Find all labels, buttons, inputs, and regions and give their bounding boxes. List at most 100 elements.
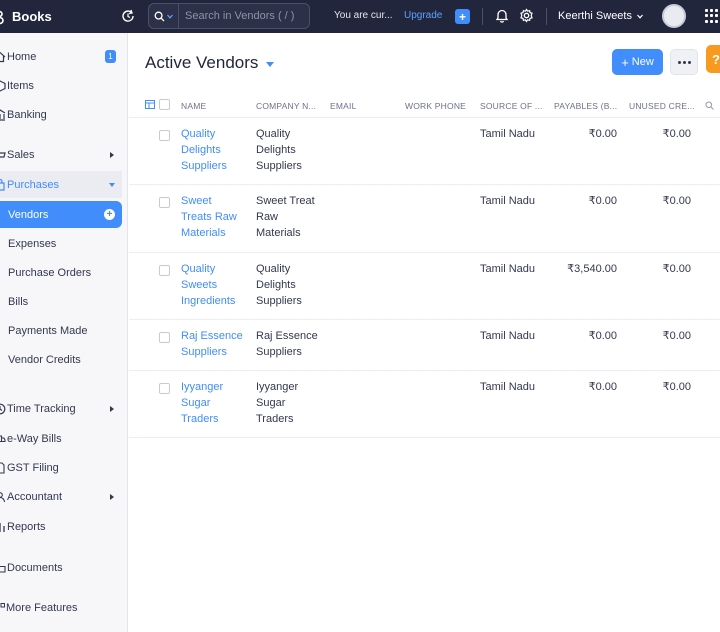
source-of-supply: Tamil Nadu <box>480 128 536 140</box>
brand[interactable]: Books <box>0 0 52 33</box>
company-name: Sweet Treat Raw Materials <box>256 195 315 239</box>
sidebar-item-documents[interactable]: Documents <box>0 554 122 581</box>
source-of-supply: Tamil Nadu <box>480 195 536 207</box>
sidebar-item-e-way-bills[interactable]: e-Way Bills <box>0 425 122 452</box>
chevron-right-icon <box>110 493 114 500</box>
sidebar-item-time-tracking[interactable]: Time Tracking <box>0 395 122 422</box>
table-row[interactable]: Sweet Treats Raw Materials Sweet Treat R… <box>129 185 720 253</box>
row-checkbox[interactable] <box>159 130 170 141</box>
sidebar-item-label: e-Way Bills <box>7 432 62 445</box>
sidebar-item-label: Items <box>7 79 34 92</box>
search-box <box>148 3 310 29</box>
main-content: Active Vendors + New ? NAME COMPANY N...… <box>129 33 720 632</box>
company-name: Quality Delights Suppliers <box>256 128 302 172</box>
chevron-down-icon <box>266 62 275 67</box>
top-bar: Books You are cur... Upgrade + Keerthi S… <box>0 0 720 33</box>
sidebar-item-gst-filing[interactable]: GST Filing <box>0 454 122 481</box>
view-selector[interactable]: Active Vendors <box>145 53 275 73</box>
row-checkbox[interactable] <box>159 383 170 394</box>
table-row[interactable]: Iyyanger Sugar Traders Iyyanger Sugar Tr… <box>129 371 720 438</box>
sidebar-item-label: Purchases <box>7 178 59 191</box>
select-all-checkbox[interactable] <box>159 99 170 110</box>
organization-switcher[interactable]: Keerthi Sweets <box>558 10 643 22</box>
app-grid-icon[interactable] <box>705 9 719 23</box>
purchases-bag-icon <box>0 178 6 191</box>
column-header-work-phone[interactable]: WORK PHONE <box>405 101 466 111</box>
sidebar-item-purchases[interactable]: Purchases <box>0 171 122 198</box>
unused-credits-amount: ₹0.00 <box>662 330 691 342</box>
chevron-down-icon <box>109 182 115 187</box>
table-row[interactable]: Raj Essence Suppliers Raj Essence Suppli… <box>129 320 720 371</box>
sidebar-item-items[interactable]: Items <box>0 72 122 99</box>
payables-amount: ₹0.00 <box>588 330 617 342</box>
sidebar-item-label: Reports <box>7 520 46 533</box>
sidebar-item-vendors[interactable]: Vendors + <box>0 201 122 228</box>
divider <box>482 8 483 25</box>
plus-icon: + <box>621 54 629 70</box>
unused-credits-amount: ₹0.00 <box>662 263 691 275</box>
sidebar-item-purchase-orders[interactable]: Purchase Orders <box>0 259 122 286</box>
sidebar-item-bills[interactable]: Bills <box>0 288 122 315</box>
page-title: Active Vendors <box>145 53 259 72</box>
table-row[interactable]: Quality Sweets Ingredients Quality Delig… <box>129 253 720 320</box>
row-checkbox[interactable] <box>159 332 170 343</box>
documents-folder-icon <box>0 562 6 574</box>
home-count-badge: 1 <box>105 50 116 63</box>
sidebar-item-label: GST Filing <box>7 461 59 474</box>
sidebar-item-label: Accountant <box>7 490 63 503</box>
quick-create-button[interactable]: + <box>455 9 470 24</box>
add-vendor-icon[interactable]: + <box>104 209 115 220</box>
column-header-source[interactable]: SOURCE OF ... <box>480 101 543 111</box>
sidebar-item-reports[interactable]: Reports <box>0 513 122 540</box>
table-row[interactable]: Quality Delights Suppliers Quality Delig… <box>129 118 720 185</box>
source-of-supply: Tamil Nadu <box>480 381 536 393</box>
recent-history-icon[interactable] <box>120 8 136 24</box>
sidebar-item-home[interactable]: Home 1 <box>0 43 122 70</box>
row-checkbox[interactable] <box>159 197 170 208</box>
sidebar-item-banking[interactable]: Banking <box>0 101 122 128</box>
sidebar-item-label: Documents <box>7 561 63 574</box>
help-button[interactable]: ? <box>706 45 720 73</box>
sidebar-item-payments-made[interactable]: Payments Made <box>0 317 122 344</box>
search-scope-button[interactable] <box>149 4 179 28</box>
organization-name: Keerthi Sweets <box>558 10 632 22</box>
column-header-name[interactable]: NAME <box>181 101 206 111</box>
sidebar-item-accountant[interactable]: Accountant <box>0 483 122 510</box>
vendor-name-link[interactable]: Raj Essence Suppliers <box>181 328 245 360</box>
column-header-unused-credits[interactable]: UNUSED CRE... <box>629 101 695 111</box>
sidebar-item-label: Vendor Credits <box>8 353 81 366</box>
row-checkbox[interactable] <box>159 265 170 276</box>
items-box-icon <box>0 79 6 92</box>
unused-credits-amount: ₹0.00 <box>662 128 691 140</box>
vendor-name-link[interactable]: Quality Sweets Ingredients <box>181 261 245 309</box>
vendor-name-link[interactable]: Sweet Treats Raw Materials <box>181 193 245 241</box>
sidebar-item-vendor-credits[interactable]: Vendor Credits <box>0 346 122 373</box>
sidebar-item-label: Time Tracking <box>7 402 76 415</box>
column-settings-icon[interactable] <box>145 100 155 109</box>
user-avatar[interactable] <box>662 4 686 28</box>
vendor-name-link[interactable]: Quality Delights Suppliers <box>181 126 245 174</box>
new-vendor-button[interactable]: + New <box>612 49 663 75</box>
settings-gear-icon[interactable] <box>519 8 534 26</box>
sidebar-item-more-features[interactable]: More Features <box>0 594 122 621</box>
payables-amount: ₹3,540.00 <box>567 263 617 275</box>
column-header-company[interactable]: COMPANY N... <box>256 101 316 111</box>
upgrade-link[interactable]: Upgrade <box>404 10 442 21</box>
column-header-email[interactable]: EMAIL <box>330 101 357 111</box>
search-input[interactable] <box>179 10 307 22</box>
column-header-payables[interactable]: PAYABLES (B... <box>554 101 617 111</box>
vendor-name-link[interactable]: Iyyanger Sugar Traders <box>181 379 245 427</box>
reports-chart-icon <box>0 521 6 533</box>
table-search-icon[interactable] <box>705 101 714 110</box>
more-options-button[interactable] <box>670 49 698 75</box>
sidebar: Home 1 Items Banking Sales Purchases Ven… <box>0 33 128 632</box>
sidebar-item-sales[interactable]: Sales <box>0 141 122 168</box>
chevron-right-icon <box>110 405 114 412</box>
source-of-supply: Tamil Nadu <box>480 330 536 342</box>
divider <box>546 8 547 25</box>
notifications-bell-icon[interactable] <box>495 8 509 26</box>
home-icon <box>0 51 6 63</box>
accountant-icon <box>0 491 6 503</box>
plus-icon: + <box>458 9 466 24</box>
sidebar-item-expenses[interactable]: Expenses <box>0 230 122 257</box>
